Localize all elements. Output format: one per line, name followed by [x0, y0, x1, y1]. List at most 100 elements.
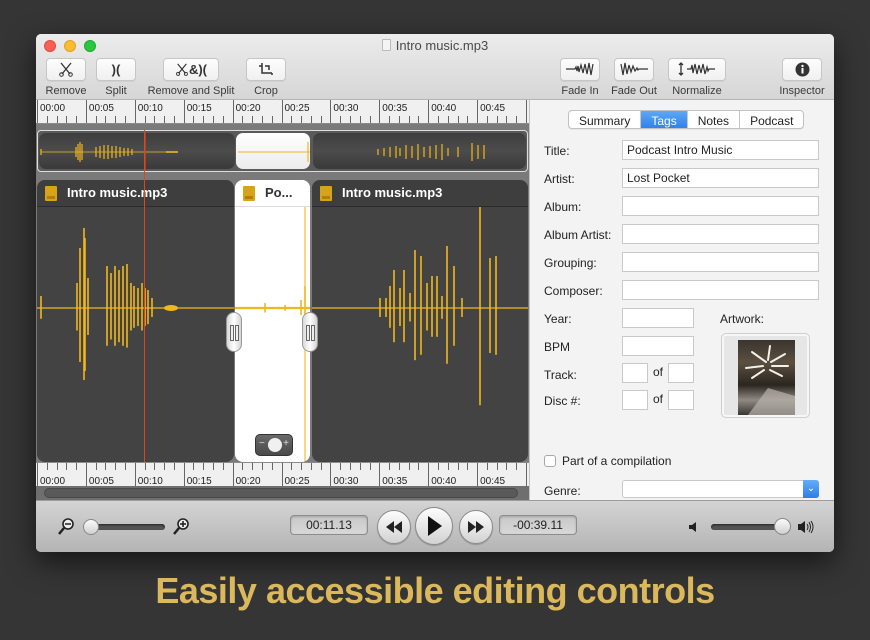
split-label: Split	[105, 85, 127, 97]
normalize-icon	[678, 62, 715, 76]
volume-slider-thumb[interactable]	[774, 518, 791, 535]
ruler-tick	[37, 463, 38, 486]
remove-and-split-button[interactable]: &)(	[163, 58, 219, 81]
inspector-tool[interactable]: Inspector	[774, 58, 830, 97]
ruler-tick	[349, 463, 351, 470]
ruler-tick	[66, 116, 68, 123]
ruler-tick	[203, 463, 205, 470]
inspector-tabs: Summary Tags Notes Podcast	[568, 110, 805, 129]
clip-gain-control[interactable]: − +	[255, 434, 293, 456]
artist-field[interactable]: Lost Pocket	[622, 168, 819, 188]
ruler-label: 00:05	[88, 103, 114, 114]
clip-2-selected[interactable]: Po... − +	[235, 180, 310, 462]
bpm-field[interactable]	[622, 336, 694, 356]
track-number-field[interactable]	[622, 363, 648, 383]
album-field[interactable]	[622, 196, 819, 216]
ruler-tick	[115, 116, 117, 123]
ruler-tick	[193, 463, 195, 470]
tab-podcast[interactable]: Podcast	[740, 111, 803, 128]
zoom-slider-thumb[interactable]	[83, 519, 99, 535]
timeline-ruler-top[interactable]: 00:00 00:05 00:10 00:15 00:20 00:25 00:30 00:35…	[36, 100, 529, 124]
timeline-ruler-bottom[interactable]: 00:00 00:05 00:10 00:15 00:20 00:25 00:30 00:35…	[36, 462, 529, 487]
tab-tags[interactable]: Tags	[641, 111, 688, 128]
fade-in-button[interactable]	[560, 58, 600, 81]
fade-in-tool[interactable]: Fade In	[558, 58, 602, 97]
ruler-tick	[85, 463, 87, 486]
ruler-tick	[271, 116, 273, 123]
normalize-tool[interactable]: Normalize	[666, 58, 728, 97]
gain-minus-icon[interactable]: −	[259, 438, 265, 449]
clip-header[interactable]: Intro music.mp3	[37, 180, 234, 207]
bpm-label: BPM	[544, 340, 571, 354]
ruler-tick	[222, 116, 224, 123]
tab-notes[interactable]: Notes	[688, 111, 741, 128]
remove-and-split-tool[interactable]: &)( Remove and Split	[144, 58, 238, 97]
ruler-tick	[408, 116, 410, 123]
ruler-tick	[252, 463, 254, 470]
clip-waveform	[312, 207, 528, 406]
ruler-label: 00:15	[186, 103, 212, 114]
composer-field[interactable]	[622, 280, 819, 300]
rewind-icon	[386, 521, 402, 533]
ruler-tick	[271, 463, 273, 470]
fast-forward-button[interactable]	[459, 510, 493, 544]
split-button[interactable]: )(	[96, 58, 136, 81]
remove-tool[interactable]: Remove	[44, 58, 88, 97]
artwork-well[interactable]	[721, 333, 810, 418]
ruler-tick	[379, 100, 381, 123]
genre-combobox[interactable]: ⌄	[622, 480, 819, 498]
chevron-down-icon[interactable]: ⌄	[803, 480, 819, 498]
inspector-button[interactable]	[782, 58, 822, 81]
clip-boundary-handle-left[interactable]	[226, 312, 242, 352]
clip-3[interactable]: Intro music.mp3	[312, 180, 528, 462]
ruler-tick	[506, 116, 508, 123]
fade-out-button[interactable]	[614, 58, 654, 81]
track-label: Track:	[544, 368, 577, 382]
tab-summary[interactable]: Summary	[569, 111, 642, 128]
ruler-tick	[398, 116, 400, 123]
track-of-label: of	[653, 365, 664, 379]
fade-out-tool[interactable]: Fade Out	[610, 58, 658, 97]
ruler-tick	[281, 463, 283, 486]
disc-number-field[interactable]	[622, 390, 648, 410]
clip-header[interactable]: Intro music.mp3	[312, 180, 528, 207]
ruler-tick	[496, 463, 498, 470]
album-artist-field[interactable]	[622, 224, 819, 244]
crop-button[interactable]	[246, 58, 286, 81]
grouping-field[interactable]	[622, 252, 819, 272]
disc-total-field[interactable]	[668, 390, 694, 410]
ruler-tick	[369, 463, 371, 470]
play-button[interactable]	[415, 507, 453, 545]
zoom-in-icon[interactable]	[173, 518, 189, 536]
compilation-checkbox[interactable]	[544, 455, 556, 467]
scissors-icon	[59, 62, 73, 77]
track-total-field[interactable]	[668, 363, 694, 383]
clip-1[interactable]: Intro music.mp3	[37, 180, 234, 462]
ruler-tick	[496, 116, 498, 123]
year-field[interactable]	[622, 308, 694, 328]
crop-icon	[259, 63, 273, 75]
rewind-button[interactable]	[377, 510, 411, 544]
remove-button[interactable]	[46, 58, 86, 81]
crop-tool[interactable]: Crop	[244, 58, 288, 97]
ruler-tick	[242, 463, 244, 470]
normalize-button[interactable]	[668, 58, 726, 81]
gain-plus-icon[interactable]: +	[283, 438, 289, 449]
clip-boundary-handle-right[interactable]	[302, 312, 318, 352]
clip-name: Intro music.mp3	[342, 185, 443, 200]
ruler-tick	[56, 463, 58, 470]
scrollbar-thumb[interactable]	[44, 488, 518, 498]
clip-header[interactable]: Po...	[235, 180, 310, 207]
title-field[interactable]: Podcast Intro Music	[622, 140, 819, 160]
ruler-tick	[467, 463, 469, 470]
playhead[interactable]	[144, 130, 145, 462]
waveform-editor[interactable]: 00:00 00:05 00:10 00:15 00:20 00:25 00:30 00:35…	[36, 100, 529, 500]
gain-knob-icon[interactable]	[268, 438, 282, 452]
disc-of-label: of	[653, 392, 664, 406]
horizontal-scrollbar[interactable]	[36, 486, 529, 500]
zoom-out-icon[interactable]	[58, 518, 74, 536]
ruler-tick	[85, 100, 87, 123]
artist-label: Artist:	[544, 172, 575, 186]
split-tool[interactable]: )( Split	[94, 58, 138, 97]
overview-strip[interactable]	[37, 130, 528, 172]
